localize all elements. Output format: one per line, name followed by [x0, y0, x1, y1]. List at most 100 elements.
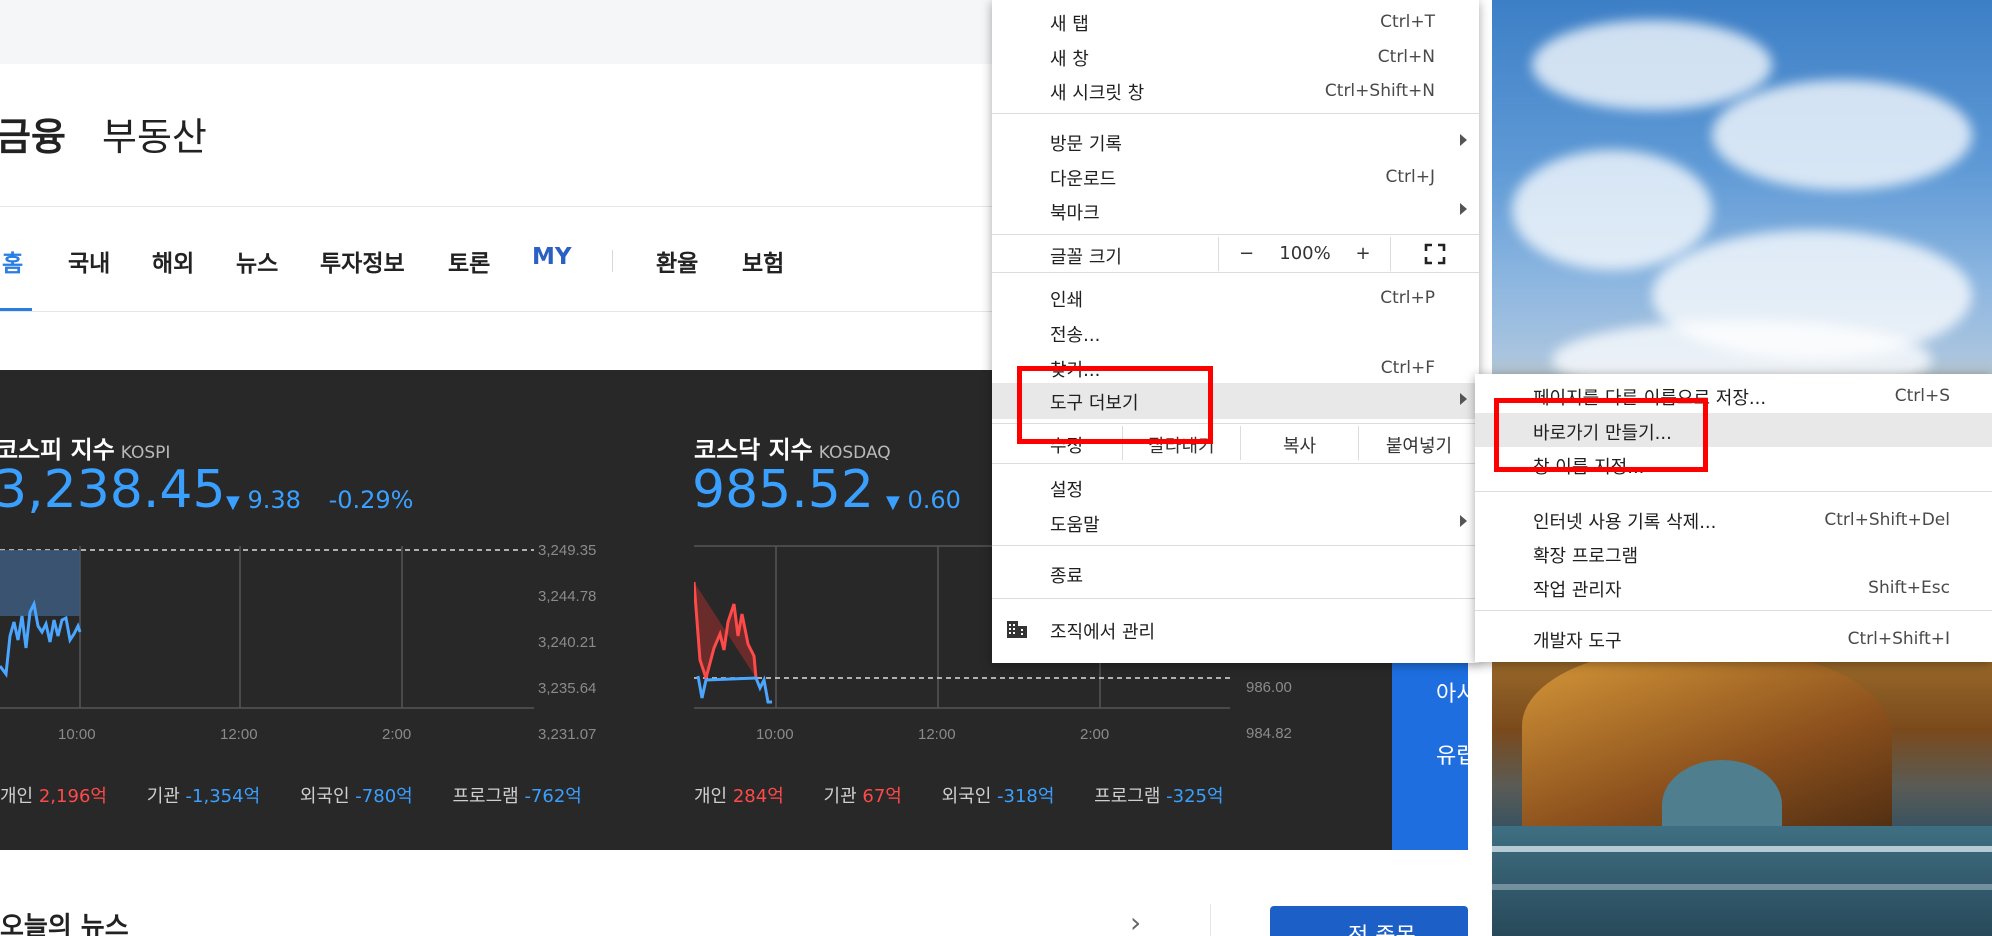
investor-item: 프로그램 -325억 — [1094, 786, 1223, 807]
investor-item: 개인 2,196억 — [0, 786, 107, 807]
paste-button[interactable]: 붙여넣기 — [1358, 426, 1479, 460]
menu-item-label: 도움말 — [1050, 515, 1100, 536]
y-tick-label: 986.00 — [1246, 679, 1292, 696]
menu-separator — [992, 598, 1479, 599]
region-tab-europe[interactable]: 유럽 — [1436, 738, 1468, 770]
tab-insurance[interactable]: 보험 — [742, 244, 784, 278]
tab-domestic[interactable]: 국내 — [68, 244, 110, 278]
menu-item-history[interactable]: 방문 기록 — [992, 124, 1479, 158]
submenu-item-task-manager[interactable]: 작업 관리자 Shift+Esc — [1475, 570, 1992, 604]
menu-item-new-window[interactable]: 새 창 Ctrl+N — [992, 39, 1479, 73]
menu-item-label: 전송... — [1050, 325, 1101, 346]
kospi-change-percent: -0.29% — [328, 486, 414, 514]
investor-value: -780 — [355, 786, 397, 807]
tab-news[interactable]: 뉴스 — [236, 244, 278, 278]
y-tick-label: 3,240.21 — [538, 634, 596, 651]
wave-foam — [1492, 846, 1992, 852]
x-tick-label: 10:00 — [58, 726, 96, 740]
zoom-level: 100% — [1279, 243, 1331, 264]
menu-item-label: 새 탭 — [1050, 14, 1089, 35]
investor-item: 기관 -1,354억 — [147, 786, 260, 807]
investor-item: 개인 284억 — [694, 786, 784, 807]
menu-item-shortcut: Ctrl+N — [1377, 47, 1435, 67]
cloud-shape — [1512, 150, 1712, 270]
menu-item-print[interactable]: 인쇄 Ctrl+P — [992, 280, 1479, 314]
submenu-item-dev-tools[interactable]: 개발자 도구 Ctrl+Shift+I — [1475, 621, 1992, 655]
investor-item: 외국인 -780억 — [300, 786, 413, 807]
submenu-item-clear-data[interactable]: 인터넷 사용 기록 삭제... Ctrl+Shift+Del — [1475, 502, 1992, 536]
menu-item-label: 새 시크릿 창 — [1050, 83, 1145, 104]
tab-my[interactable]: MY — [532, 244, 572, 270]
menu-item-label: 글꼴 크기 — [1050, 247, 1122, 268]
menu-item-label: 작업 관리자 — [1533, 580, 1622, 601]
menu-separator — [992, 545, 1479, 546]
zoom-in-button[interactable]: + — [1336, 237, 1390, 271]
menu-item-label: 설정 — [1050, 480, 1084, 501]
divider — [1210, 904, 1211, 936]
tab-invest[interactable]: 투자정보 — [320, 244, 405, 278]
menu-item-new-tab[interactable]: 새 탭 Ctrl+T — [992, 4, 1479, 38]
menu-item-shortcut: Ctrl+P — [1380, 288, 1435, 308]
chevron-right-icon[interactable]: › — [1130, 906, 1141, 936]
annotation-box-more-tools — [1017, 366, 1213, 444]
region-tab-asia[interactable]: 아시 — [1436, 676, 1468, 708]
sea-shape — [1492, 826, 1992, 936]
menu-item-downloads[interactable]: 다운로드 Ctrl+J — [992, 159, 1479, 193]
menu-separator — [992, 234, 1479, 235]
menu-item-managed[interactable]: 조직에서 관리 — [992, 612, 1479, 646]
investor-label: 기관 — [146, 786, 180, 807]
kospi-investors: 개인 2,196억 기관 -1,354억 외국인 -780억 프로그램 -762… — [0, 782, 616, 808]
menu-item-shortcut: Ctrl+Shift+N — [1324, 81, 1435, 101]
menu-item-exit[interactable]: 종료 — [992, 556, 1479, 590]
investor-unit: 억 — [396, 786, 413, 807]
browser-main-menu: 새 탭 Ctrl+T 새 창 Ctrl+N 새 시크릿 창 Ctrl+Shift… — [992, 0, 1479, 663]
menu-item-settings[interactable]: 설정 — [992, 470, 1479, 504]
tab-forum[interactable]: 토론 — [448, 244, 490, 278]
menu-item-cast[interactable]: 전송... — [992, 315, 1479, 349]
investor-unit: 억 — [767, 786, 784, 807]
tab-overseas[interactable]: 해외 — [152, 244, 194, 278]
investor-label: 기관 — [823, 786, 857, 807]
kosdaq-value: 985.52 — [692, 460, 874, 520]
investor-unit: 억 — [1207, 786, 1224, 807]
menu-item-shortcut: Shift+Esc — [1868, 578, 1950, 598]
down-arrow-icon: ▼ — [886, 492, 900, 513]
y-tick-label: 3,249.35 — [538, 542, 596, 559]
news-section-title[interactable]: 오늘의 뉴스 — [0, 906, 129, 936]
menu-item-label: 인쇄 — [1050, 290, 1084, 311]
tab-exchange[interactable]: 환율 — [656, 244, 698, 278]
tab-home[interactable]: 홈 — [2, 244, 23, 278]
investor-unit: 억 — [90, 786, 107, 807]
menu-item-label: 다운로드 — [1050, 169, 1117, 190]
x-tick-label: 2:00 — [382, 726, 411, 740]
menu-item-shortcut: Ctrl+J — [1385, 167, 1435, 187]
menu-item-shortcut: Ctrl+S — [1894, 386, 1950, 406]
investor-item: 프로그램 -762억 — [452, 786, 581, 807]
investor-unit: 억 — [1037, 786, 1055, 807]
menu-item-label: 개발자 도구 — [1533, 631, 1622, 652]
down-arrow-icon: ▼ — [226, 492, 240, 513]
submenu-arrow-icon — [1460, 203, 1467, 215]
x-tick-label: 12:00 — [220, 726, 258, 740]
all-stocks-button[interactable]: 전 종목 — [1270, 906, 1468, 936]
kospi-change-value: 9.38 — [247, 486, 301, 514]
menu-item-bookmarks[interactable]: 북마크 — [992, 193, 1479, 227]
menu-item-help[interactable]: 도움말 — [992, 505, 1479, 539]
zoom-out-button[interactable]: − — [1218, 237, 1274, 271]
fullscreen-icon — [1424, 243, 1446, 265]
investor-label: 개인 — [0, 786, 34, 807]
submenu-arrow-icon — [1460, 515, 1467, 527]
cloud-shape — [1712, 80, 1972, 190]
investor-label: 외국인 — [299, 786, 350, 807]
menu-item-shortcut: Ctrl+T — [1380, 12, 1435, 32]
building-icon — [1007, 621, 1027, 638]
investor-label: 프로그램 — [1094, 786, 1161, 807]
investor-label: 프로그램 — [452, 786, 519, 807]
menu-separator — [1475, 610, 1992, 611]
nav-finance[interactable]: 금융 — [0, 106, 66, 161]
fullscreen-button[interactable] — [1390, 237, 1479, 271]
nav-realestate[interactable]: 부동산 — [102, 106, 207, 161]
copy-button[interactable]: 복사 — [1240, 426, 1358, 460]
submenu-item-extensions[interactable]: 확장 프로그램 — [1475, 536, 1992, 570]
menu-item-new-incognito[interactable]: 새 시크릿 창 Ctrl+Shift+N — [992, 73, 1479, 107]
